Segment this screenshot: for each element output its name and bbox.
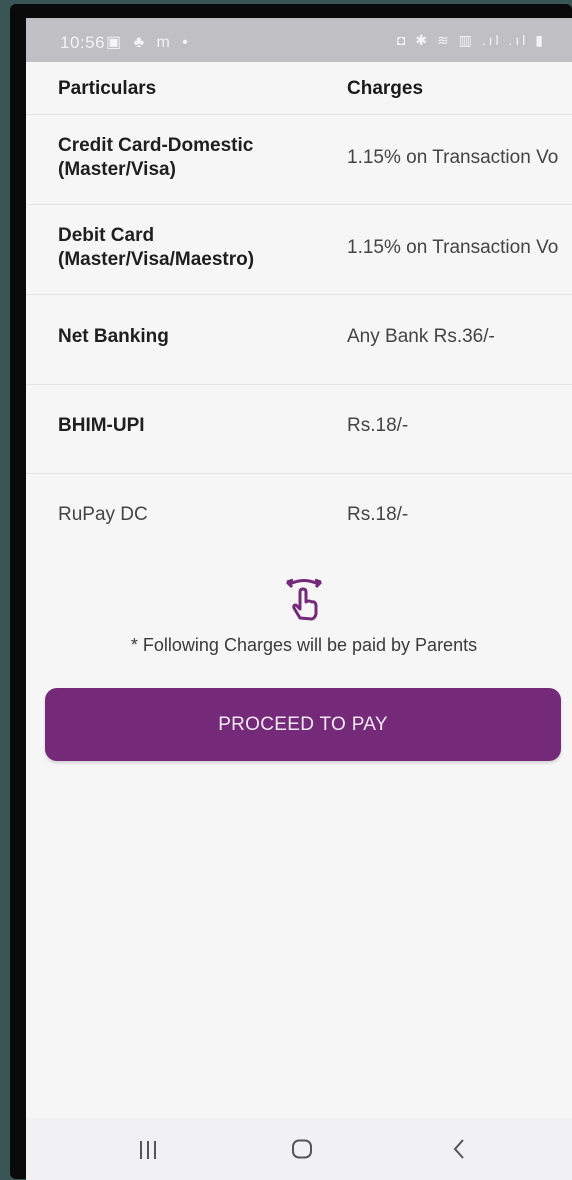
screen: 10:56 ▣ ♣ m • ◘ ✱ ≋ ▥ .ıl .ıl ▮ Particul… [26, 18, 572, 1180]
header-charges: Charges [347, 78, 424, 99]
table-row: BHIM-UPI Rs.18/- [26, 384, 572, 474]
table-row: Net Banking Any Bank Rs.36/- [26, 295, 572, 385]
row-charge: Any Bank Rs.36/- [347, 326, 495, 347]
notification-icons: ▣ ♣ m • [106, 34, 192, 51]
system-status-icons: ◘ ✱ ≋ ▥ .ıl .ıl ▮ [397, 32, 546, 48]
row-charge: 1.15% on Transaction Vo [347, 147, 559, 168]
row-particular: RuPay DC [58, 504, 148, 525]
row-charge: Rs.18/- [347, 415, 409, 436]
row-particular: Net Banking [58, 326, 169, 347]
table-row: RuPay DC Rs.18/- [26, 473, 572, 562]
row-charge: Rs.18/- [347, 504, 409, 525]
row-particular: BHIM-UPI [58, 415, 145, 436]
row-particular: Debit Card (Master/Visa/Maestro) [58, 225, 255, 270]
table-row: Credit Card-Domestic (Master/Visa) 1.15%… [26, 115, 572, 205]
status-bar: 10:56 ▣ ♣ m • ◘ ✱ ≋ ▥ .ıl .ıl ▮ [26, 18, 572, 62]
table-header: Particulars Charges [26, 62, 572, 115]
header-particulars: Particulars [58, 78, 157, 99]
recent-apps-icon[interactable] [136, 1140, 160, 1160]
home-icon[interactable] [291, 1139, 313, 1159]
table-row: Debit Card (Master/Visa/Maestro) 1.15% o… [26, 205, 572, 295]
row-particular: Credit Card-Domestic (Master/Visa) [58, 135, 254, 180]
status-time: 10:56 [60, 33, 106, 52]
proceed-to-pay-button[interactable]: PROCEED TO PAY [45, 688, 561, 761]
phone-frame: 10:56 ▣ ♣ m • ◘ ✱ ≋ ▥ .ıl .ıl ▮ Particul… [10, 4, 572, 1180]
swipe-horizontal-icon [285, 578, 323, 621]
charges-note: * Following Charges will be paid by Pare… [130, 635, 478, 655]
navigation-bar [26, 1118, 572, 1180]
back-icon[interactable] [451, 1138, 467, 1160]
row-charge: 1.15% on Transaction Vo [347, 237, 559, 258]
